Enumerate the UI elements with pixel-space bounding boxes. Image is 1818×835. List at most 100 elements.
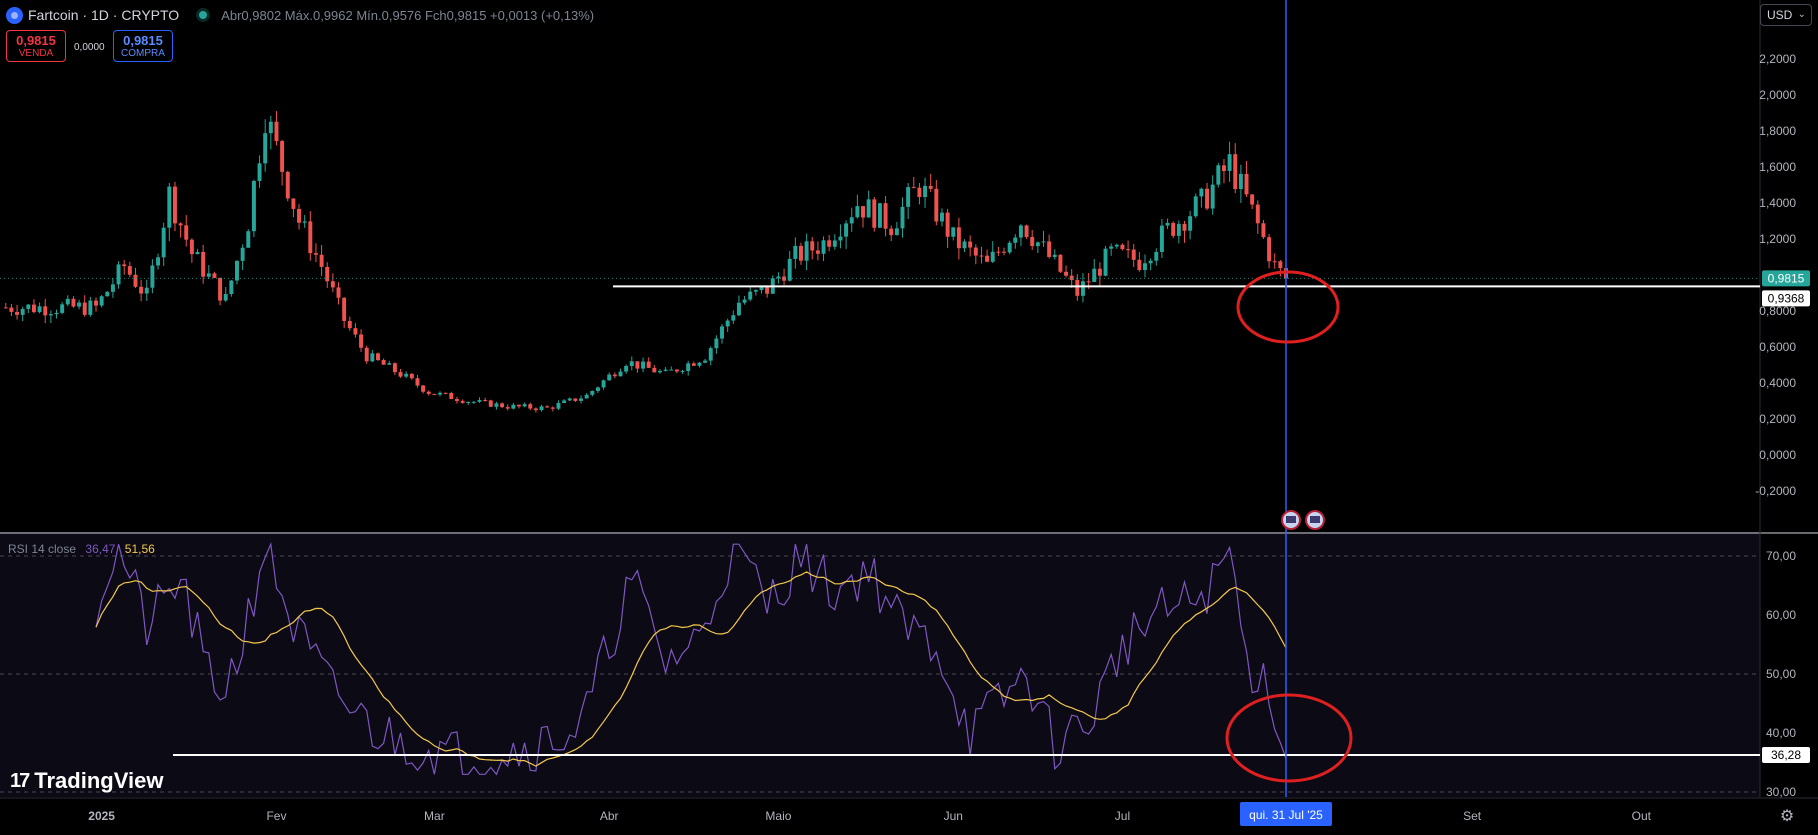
candle-body (1176, 223, 1181, 236)
candle-body (432, 393, 437, 395)
rsi-pane-bg (0, 532, 1760, 797)
candle-body (65, 298, 70, 305)
rsi-tick-label: 30,00 (1766, 785, 1796, 799)
tradingview-mark-icon: 17 (10, 769, 30, 792)
candle-body (787, 258, 792, 281)
candle-body (37, 306, 42, 313)
rsi-legend-label: RSI 14 close (8, 542, 77, 556)
candle-body (1030, 236, 1035, 247)
candle-body (263, 133, 268, 164)
candle-body (195, 251, 200, 255)
candle-body (471, 401, 476, 403)
candle-body (500, 403, 505, 408)
candle-body (1148, 260, 1153, 264)
price-tick-label: 1,6000 (1759, 160, 1796, 174)
candle-body (376, 353, 380, 361)
annotation-ellipse-price[interactable] (1236, 270, 1340, 344)
candle-body (725, 320, 730, 327)
spread-value: 0,0000 (74, 42, 105, 53)
settings-icon[interactable]: ⚙ (1776, 806, 1798, 828)
sell-button[interactable]: 0,9815 VENDA (6, 30, 66, 62)
candle-body (1261, 223, 1266, 238)
candle-body (855, 206, 860, 218)
candle-body (454, 399, 459, 401)
candle-body (43, 306, 48, 316)
candle-body (1080, 281, 1085, 296)
candle-body (26, 304, 31, 309)
candle-body (607, 374, 612, 381)
candle-body (82, 302, 87, 315)
candle-body (1227, 154, 1232, 171)
candle-body (353, 328, 358, 335)
candle-body (753, 290, 758, 292)
candle-body (1137, 259, 1142, 271)
candle-body (313, 253, 318, 255)
candle-body (325, 266, 330, 282)
symbol-logo-icon (6, 6, 23, 24)
candle-body (985, 255, 990, 262)
candle-body (99, 296, 104, 306)
buy-button[interactable]: 0,9815 COMPRA (113, 30, 173, 62)
candle-body (934, 188, 939, 222)
candle-body (906, 187, 911, 207)
candle-body (1199, 188, 1204, 197)
candle-body (703, 360, 708, 363)
candle-body (387, 363, 392, 365)
candle-body (31, 304, 36, 313)
candle-body (849, 217, 854, 224)
candle-body (629, 361, 634, 367)
candle-body (815, 250, 820, 254)
symbol-title[interactable]: Fartcoin · 1D · CRYPTO (28, 7, 179, 23)
candle-body (539, 406, 544, 411)
candle-body (973, 247, 978, 256)
candle-body (150, 265, 155, 288)
candle-body (1159, 225, 1164, 252)
candle-body (1035, 242, 1040, 247)
candle-body (1013, 237, 1018, 243)
price-tick-label: 1,8000 (1759, 124, 1796, 138)
chevron-down-icon: ⌄ (1797, 9, 1806, 20)
candle-body (229, 280, 234, 295)
candle-body (1216, 165, 1221, 185)
rsi-tick-label: 50,00 (1766, 667, 1796, 681)
candle-body (1018, 225, 1023, 238)
candle-body (443, 392, 448, 394)
candle-body (742, 299, 747, 303)
candle-body (257, 163, 262, 181)
candle-body (1233, 154, 1238, 190)
currency-select[interactable]: USD ⌄ (1760, 4, 1812, 26)
candle-body (246, 231, 251, 248)
price-tick-label: 2,0000 (1759, 88, 1796, 102)
flag-icon (1286, 516, 1296, 523)
candle-body (392, 363, 397, 373)
candle-body (1255, 204, 1260, 224)
candle-body (1024, 225, 1029, 237)
chart-area[interactable]: 2,2000 2,0000 1,8000 1,6000 1,4000 1,2000 0,80… (0, 0, 1818, 830)
candle-body (178, 223, 183, 226)
candle-body (251, 180, 256, 232)
tradingview-logo[interactable]: 17 TradingView (10, 768, 163, 794)
candle-body (618, 371, 623, 377)
candle-body (1052, 254, 1057, 257)
candle-body (201, 251, 206, 277)
candle-body (1238, 173, 1243, 190)
candle-body (945, 212, 950, 237)
last-price-tag: 0,9815 (1768, 271, 1805, 285)
rsi-tick-label: 40,00 (1766, 726, 1796, 740)
candle-body (1154, 251, 1159, 261)
candle-body (612, 374, 617, 377)
candle-body (720, 326, 724, 339)
time-tick-label: Set (1463, 809, 1482, 823)
candle-body (1103, 248, 1108, 276)
candle-body (240, 247, 245, 261)
candle-body (877, 203, 882, 228)
candle-body (1007, 242, 1012, 253)
price-tick-label: 0,4000 (1759, 376, 1796, 390)
chart-svg[interactable]: 2,20002,00001,80001,60001,40001,20000,80… (0, 0, 1818, 830)
candle-body (20, 308, 25, 315)
candle-body (708, 348, 713, 361)
rsi-legend[interactable]: RSI 14 close 36,47 51,56 (8, 542, 155, 556)
candle-body (1097, 268, 1102, 276)
candle-body (545, 406, 550, 408)
candle-body (956, 227, 961, 249)
